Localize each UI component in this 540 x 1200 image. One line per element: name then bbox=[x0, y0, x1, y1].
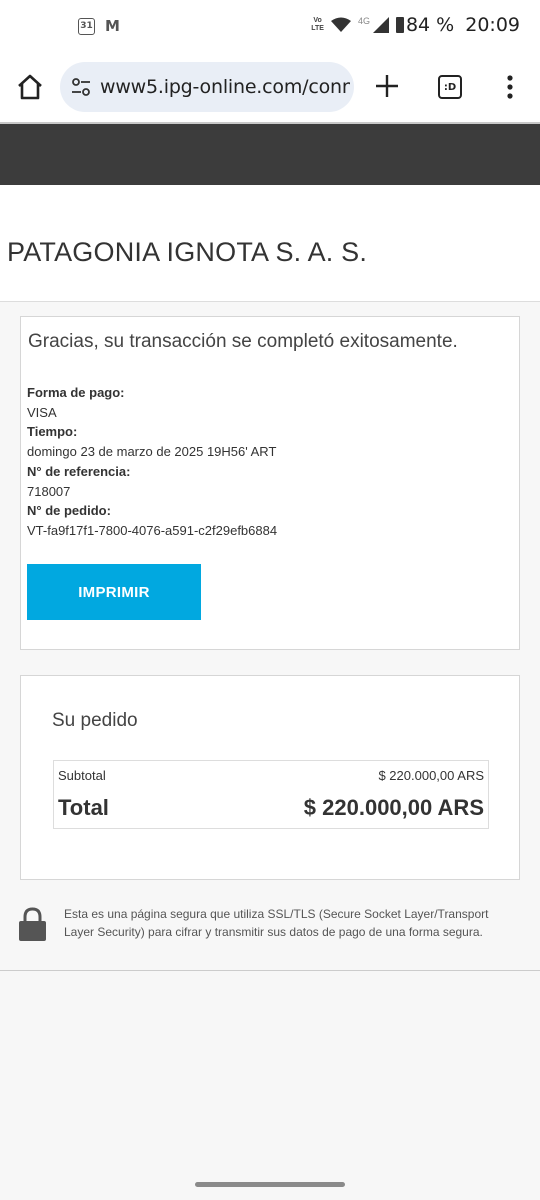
notification-icons: 31 M bbox=[78, 17, 120, 35]
page-header-bar bbox=[0, 124, 540, 185]
signal-icon bbox=[372, 17, 389, 33]
order-summary-card: Su pedido Subtotal $ 220.000,00 ARS Tota… bbox=[20, 675, 520, 880]
battery-icon bbox=[395, 17, 404, 33]
volte-top: Vo bbox=[313, 17, 322, 24]
volte-bottom: LTE bbox=[311, 25, 324, 32]
footer-divider bbox=[0, 970, 540, 971]
calendar-icon: 31 bbox=[78, 17, 95, 35]
subtotal-label: Subtotal bbox=[58, 768, 106, 783]
wifi-icon bbox=[330, 17, 351, 32]
tab-switcher-button[interactable]: :D bbox=[438, 75, 462, 99]
reference-label: N° de referencia: bbox=[27, 463, 131, 479]
print-button[interactable]: IMPRIMIR bbox=[27, 564, 201, 620]
payment-method-value: VISA bbox=[27, 404, 57, 420]
subtotal-amount: $ 220.000,00 ARS bbox=[378, 768, 484, 783]
total-amount: $ 220.000,00 ARS bbox=[303, 795, 484, 820]
volte-icon: Vo LTE bbox=[311, 17, 324, 33]
payment-method-label: Forma de pago: bbox=[27, 385, 125, 400]
merchant-section: PATAGONIA IGNOTA S. A. S. bbox=[0, 185, 540, 302]
success-message: Gracias, su transacción se completó exit… bbox=[28, 331, 458, 352]
totals-table: Subtotal $ 220.000,00 ARS Total $ 220.00… bbox=[53, 760, 489, 829]
calendar-day: 31 bbox=[80, 21, 93, 31]
new-tab-icon[interactable] bbox=[374, 73, 400, 99]
confirmation-card: Gracias, su transacción se completó exit… bbox=[20, 316, 520, 650]
home-icon[interactable] bbox=[16, 73, 44, 101]
battery-level: 84 % bbox=[405, 14, 455, 36]
lock-icon bbox=[19, 907, 46, 941]
transaction-details: Forma de pago: VISA Tiempo: domingo 23 d… bbox=[27, 383, 277, 541]
network-type: 4G bbox=[357, 16, 370, 26]
total-row: Total $ 220.000,00 ARS bbox=[58, 795, 484, 821]
status-bar: 31 M Vo LTE 4G 84 % 20:09 bbox=[0, 0, 540, 56]
security-notice: Esta es una página segura que utiliza SS… bbox=[0, 892, 540, 970]
url-text[interactable]: www5.ipg-online.com/conn bbox=[100, 76, 350, 98]
total-label: Total bbox=[58, 795, 109, 820]
reference-value: 718007 bbox=[27, 483, 71, 499]
time-label: Tiempo: bbox=[27, 424, 78, 440]
tab-count: :D bbox=[443, 81, 457, 93]
gesture-navigation-bar[interactable] bbox=[195, 1182, 345, 1187]
site-settings-icon[interactable] bbox=[70, 76, 92, 98]
browser-toolbar: www5.ipg-online.com/conn :D bbox=[0, 56, 540, 122]
subtotal-row: Subtotal $ 220.000,00 ARS bbox=[58, 768, 484, 783]
gmail-icon: M bbox=[105, 17, 120, 35]
merchant-name: PATAGONIA IGNOTA S. A. S. bbox=[7, 237, 368, 267]
more-options-icon[interactable] bbox=[500, 74, 520, 100]
time-value: domingo 23 de marzo de 2025 19H56' ART bbox=[27, 444, 277, 460]
security-text: Esta es una página segura que utiliza SS… bbox=[64, 907, 489, 939]
system-icons: Vo LTE 4G 84 % 20:09 bbox=[311, 14, 520, 36]
order-number-value: VT-fa9f17f1-7800-4076-a591-c2f29efb6884 bbox=[27, 522, 278, 538]
order-title: Su pedido bbox=[52, 710, 138, 731]
order-number-label: N° de pedido: bbox=[27, 503, 111, 519]
clock: 20:09 bbox=[465, 14, 520, 36]
address-bar[interactable]: www5.ipg-online.com/conn bbox=[60, 62, 354, 112]
